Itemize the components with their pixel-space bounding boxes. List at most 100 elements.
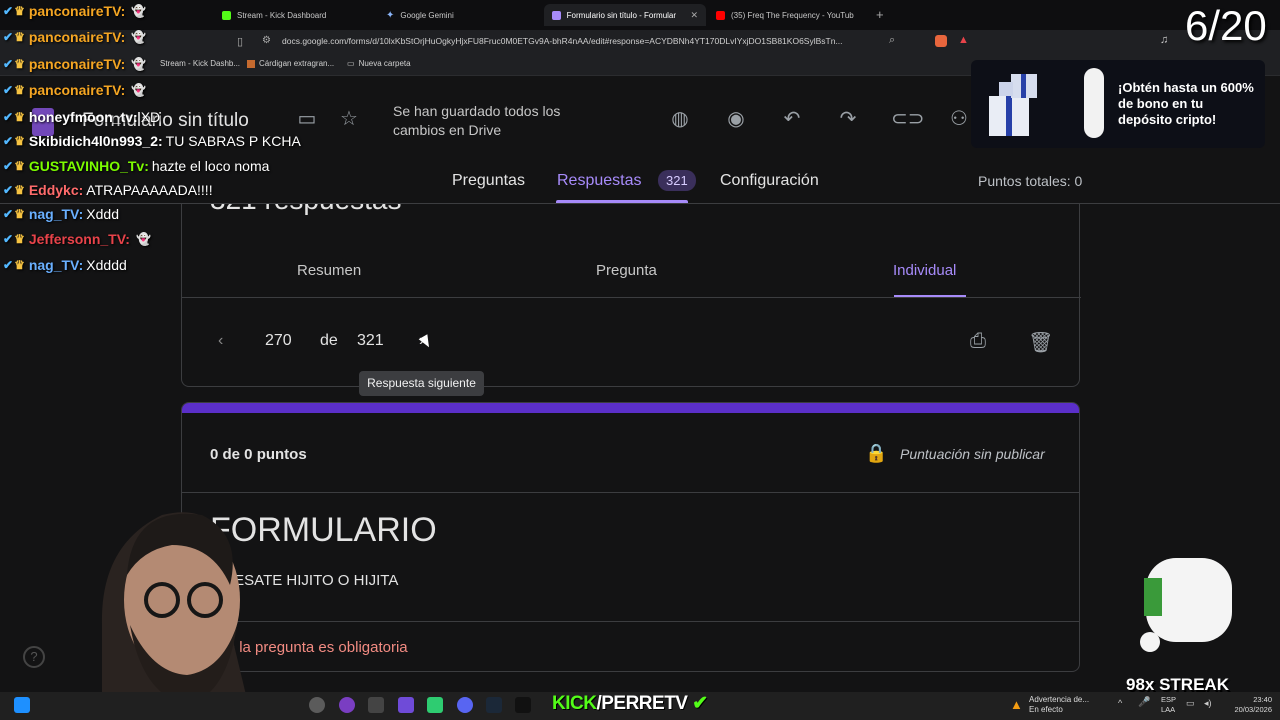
site-info-icon[interactable]: ⚙ xyxy=(262,35,271,46)
tab-gemini[interactable]: ✦ Google Gemini xyxy=(378,4,538,26)
chat-text: XD xyxy=(140,109,161,125)
divider xyxy=(182,297,1081,298)
help-icon[interactable]: ? xyxy=(23,646,45,668)
new-tab-icon[interactable]: + xyxy=(876,7,884,22)
ghost-emote-icon: 👻 xyxy=(135,232,151,246)
ad-widget xyxy=(1084,68,1104,138)
chat-username[interactable]: panconaireTV: xyxy=(29,29,125,45)
delete-icon[interactable]: 🗑 xyxy=(1028,330,1053,355)
print-icon[interactable]: ⎙ xyxy=(970,330,986,353)
chat-message: ✔♛ Eddykc: ATRAPAAAAADA!!!! xyxy=(3,182,213,198)
network-icon[interactable]: ▭ xyxy=(1186,698,1195,709)
chat-username[interactable]: nag_TV: xyxy=(29,206,83,222)
tab-youtube[interactable]: (35) Freq The Frequency - YouTub xyxy=(708,4,868,26)
response-card: 0 de 0 puntos 🔒 Puntuación sin publicar … xyxy=(181,402,1080,672)
streak-mascot-icon xyxy=(1140,558,1232,652)
redo-icon[interactable]: ↷ xyxy=(835,106,861,132)
bookmark-cardigan[interactable]: Cárdigan extragran... xyxy=(247,59,334,68)
ghost-emote-icon: 👻 xyxy=(131,57,147,71)
brave-shield-icon[interactable] xyxy=(935,35,947,47)
folder-icon: ▭ xyxy=(347,59,355,68)
tab-individual[interactable]: Individual xyxy=(893,262,956,279)
total-points: Puntos totales: 0 xyxy=(978,173,1083,189)
clock[interactable]: 23:40 20/03/2026 xyxy=(1228,695,1272,715)
chat-username[interactable]: honeyfmoon_tv: xyxy=(29,109,138,125)
chat-username[interactable]: GUSTAVINHO_Tv: xyxy=(29,158,149,174)
close-tab-icon[interactable]: ✕ xyxy=(690,10,698,21)
chat-username[interactable]: panconaireTV: xyxy=(29,56,125,72)
crypto-ad[interactable]: ¡Obtén hasta un 600% de bono en tu depós… xyxy=(971,60,1265,148)
chat-badges-icon: ✔♛ xyxy=(3,232,26,246)
preview-eye-icon[interactable]: ◉ xyxy=(723,106,749,132)
input-language[interactable]: ESP LAA xyxy=(1161,695,1176,715)
tab-question[interactable]: Pregunta xyxy=(596,262,657,279)
app-icon[interactable] xyxy=(398,697,414,713)
media-icon[interactable]: ♫ xyxy=(1160,34,1168,46)
chat-username[interactable]: panconaireTV: xyxy=(29,82,125,98)
app-icon[interactable] xyxy=(515,697,531,713)
volume-icon[interactable]: ◂) xyxy=(1204,698,1212,709)
tab-kick-dashboard[interactable]: Stream - Kick Dashboard xyxy=(214,4,374,26)
ghost-emote-icon: 👻 xyxy=(131,4,147,18)
add-collaborator-icon[interactable]: ⚇ xyxy=(946,106,972,132)
warning-icon: ▲ xyxy=(1010,697,1023,712)
windows-start-icon[interactable] xyxy=(14,697,30,713)
tab-settings[interactable]: Configuración xyxy=(720,172,819,190)
chat-badges-icon: ✔♛ xyxy=(3,134,26,148)
accent-bar xyxy=(182,403,1079,413)
notification-warning[interactable]: Advertencia de... En efecto xyxy=(1029,695,1089,715)
chat-message: ✔♛ GUSTAVINHO_Tv: hazte el loco noma xyxy=(3,158,269,174)
divider xyxy=(182,492,1079,493)
url-field[interactable]: docs.google.com/forms/d/10lxKbStOrjHuOgk… xyxy=(282,36,843,46)
tab-forms[interactable]: Formulario sin título - Formular ✕ xyxy=(544,4,706,26)
lock-icon: 🔒 xyxy=(865,443,888,463)
previous-response-icon[interactable]: ‹ xyxy=(218,332,223,350)
chat-text: TU SABRAS P KCHA xyxy=(165,133,301,149)
score: 0 de 0 puntos xyxy=(210,446,307,463)
chat-username[interactable]: panconaireTV: xyxy=(29,3,125,19)
chat-username[interactable]: Skibidich4l0n993_2: xyxy=(29,133,163,149)
tab-summary[interactable]: Resumen xyxy=(297,262,361,279)
ghost-emote-icon: 👻 xyxy=(131,83,147,97)
chat-message: ✔♛ nag_TV: Xdddd xyxy=(3,257,127,273)
discord-icon[interactable] xyxy=(457,697,473,713)
app-icon[interactable] xyxy=(339,697,355,713)
tab-responses[interactable]: Respuestas xyxy=(557,172,642,190)
chat-text: ATRAPAAAAADA!!!! xyxy=(86,182,213,198)
microphone-icon[interactable]: 🎤 xyxy=(1138,697,1150,708)
folder-icon[interactable]: ▭ xyxy=(294,106,320,132)
tab-questions[interactable]: Preguntas xyxy=(452,172,525,190)
chat-username[interactable]: nag_TV: xyxy=(29,257,83,273)
responses-card: 321 respuestas Resumen Pregunta Individu… xyxy=(181,204,1081,387)
score-status: Puntuación sin publicar xyxy=(900,446,1045,462)
chat-message: ✔♛ Jeffersonn_TV: 👻 xyxy=(3,231,151,247)
total-responses: 321 xyxy=(357,332,384,349)
steam-icon[interactable] xyxy=(486,697,502,713)
star-icon[interactable]: ☆ xyxy=(336,106,362,132)
chat-username[interactable]: Eddykc: xyxy=(29,182,83,198)
chat-badges-icon: ✔♛ xyxy=(3,83,26,97)
youtube-icon xyxy=(716,10,725,20)
chat-message: ✔♛ panconaireTV: 👻 xyxy=(3,29,146,45)
app-icon[interactable] xyxy=(427,697,443,713)
app-icon[interactable] xyxy=(309,697,325,713)
chat-text: Xddd xyxy=(86,206,119,222)
current-response[interactable]: 270 xyxy=(265,332,292,350)
link-icon[interactable]: ⊂⊃ xyxy=(891,106,925,132)
brave-rewards-icon[interactable]: ▲ xyxy=(958,34,969,46)
chat-username[interactable]: Jeffersonn_TV: xyxy=(29,231,130,247)
goal-counter: 6/20 xyxy=(1185,2,1267,49)
chat-badges-icon: ✔♛ xyxy=(3,258,26,272)
bookmark-icon[interactable]: ▯ xyxy=(237,35,243,48)
zoom-icon[interactable]: ⌕ xyxy=(889,34,895,47)
obs-icon[interactable] xyxy=(368,697,384,713)
response-count-badge: 321 xyxy=(658,170,696,191)
tray-chevron-icon[interactable]: ^ xyxy=(1118,698,1122,708)
kick-channel-brand: KICK/PERRETV ✔ xyxy=(552,693,708,714)
bookmark-folder[interactable]: ▭ Nueva carpeta xyxy=(347,59,411,68)
palette-icon[interactable]: ◍ xyxy=(667,106,693,132)
pager-of-label: de xyxy=(320,332,338,349)
shop-icon xyxy=(247,59,255,68)
bookmark-kick[interactable]: Stream - Kick Dashb... xyxy=(160,59,240,68)
undo-icon[interactable]: ↶ xyxy=(779,106,805,132)
